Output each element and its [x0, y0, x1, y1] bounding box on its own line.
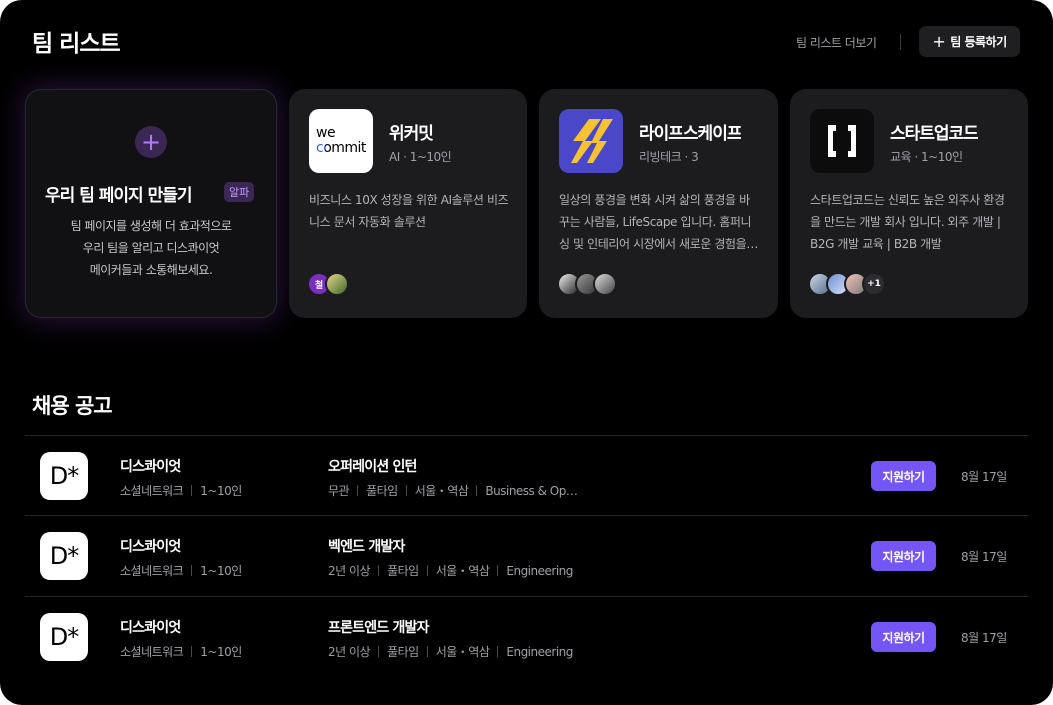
team-description: 일상의 풍경을 변화 시켜 삶의 풍경을 바꾸는 사람들, LifeScape …: [559, 193, 752, 251]
team-name: 스타트업코드: [890, 124, 978, 144]
brackets-icon: [828, 125, 856, 157]
job-title: 프론트엔드 개발자: [328, 620, 430, 636]
company-size: 1~10인: [200, 645, 242, 659]
job-tag: 서울・역삼: [435, 564, 490, 578]
company-type: 소셜네트워크: [120, 645, 184, 659]
plus-icon: +: [932, 31, 946, 51]
job-tag: 풀타임: [387, 564, 419, 578]
job-row[interactable]: D* 디스콰이엇 소셜네트워크 1~10인 프론트엔드 개발자 2년 이상 풀타임…: [25, 596, 1028, 677]
posted-date: 8월 17일: [961, 470, 1007, 484]
make-card-desc-line: 팀 페이지를 생성해 더 효과적으로: [70, 219, 232, 233]
make-team-page-card[interactable]: + 우리 팀 페이지 만들기 알파 팀 페이지를 생성해 더 효과적으로 우리 …: [25, 89, 277, 318]
job-tags: 2년 이상 풀타임 서울・역삼 Engineering: [328, 643, 573, 660]
job-tag: 서울・역삼: [435, 645, 490, 659]
team-list-title: 팀 리스트: [32, 31, 121, 57]
lifescape-logo: [559, 109, 623, 173]
job-tag: Engineering: [506, 644, 573, 659]
apply-button[interactable]: 지원하기: [871, 622, 936, 652]
job-tag: 풀타임: [387, 645, 419, 659]
team-card-startupcode[interactable]: 스타트업코드 교육 · 1~10인 스타트업코드는 신뢰도 높은 외주사 환경을…: [790, 89, 1028, 318]
job-title: 오퍼레이션 인턴: [328, 459, 417, 475]
job-tag: 2년 이상: [328, 645, 371, 659]
company-logo: D*: [40, 613, 88, 661]
wecommit-logo-text-commit: commit: [316, 140, 366, 156]
team-meta: AI · 1~10인: [389, 150, 452, 164]
company-type: 소셜네트워크: [120, 564, 184, 578]
lightning-icon: [571, 119, 613, 163]
member-avatars: [557, 272, 617, 296]
make-card-description: 팀 페이지를 생성해 더 효과적으로 우리 팀을 알리고 디스콰이엇 메이커들과…: [36, 215, 266, 281]
make-card-desc-line: 메이커들과 소통해보세요.: [89, 263, 213, 277]
posted-date: 8월 17일: [961, 550, 1007, 564]
job-tag: 풀타임: [366, 484, 398, 498]
team-name: 라이프스케이프: [639, 124, 742, 144]
job-tag: 서울・역삼: [414, 484, 469, 498]
company-meta: 소셜네트워크 1~10인: [120, 482, 242, 499]
company-size: 1~10인: [200, 484, 242, 498]
alpha-badge: 알파: [224, 182, 255, 202]
job-tag: 2년 이상: [328, 564, 371, 578]
company-name: 디스콰이엇: [120, 620, 181, 636]
wecommit-logo-text-we: we: [316, 125, 336, 141]
company-type: 소셜네트워크: [120, 484, 184, 498]
wecommit-logo: we commit: [309, 109, 373, 173]
team-description: 스타트업코드는 신뢰도 높은 외주사 환경을 만드는 개발 회사 입니다. 외주…: [810, 193, 1005, 251]
team-meta: 교육 · 1~10인: [890, 150, 963, 164]
posted-date: 8월 17일: [961, 631, 1007, 645]
team-card-wecommit[interactable]: we commit 위커밋 AI · 1~10인 비즈니스 10X 성장을 위한…: [289, 89, 527, 318]
job-row[interactable]: D* 디스콰이엇 소셜네트워크 1~10인 오퍼레이션 인턴 무관 풀타임 서울・…: [25, 435, 1028, 516]
team-meta: 리빙테크 · 3: [639, 150, 699, 164]
make-card-desc-line: 우리 팀을 알리고 디스콰이엇: [82, 241, 220, 255]
member-avatars: +1: [808, 272, 886, 296]
avatar: [593, 272, 617, 296]
member-avatars: 철: [307, 272, 349, 296]
team-list-more-link[interactable]: 팀 리스트 더보기: [796, 34, 877, 51]
company-logo: D*: [40, 452, 88, 500]
company-meta: 소셜네트워크 1~10인: [120, 562, 242, 579]
apply-button[interactable]: 지원하기: [871, 461, 936, 491]
job-tag: Engineering: [506, 563, 573, 578]
job-tags: 2년 이상 풀타임 서울・역삼 Engineering: [328, 562, 573, 579]
apply-button[interactable]: 지원하기: [871, 541, 936, 571]
startupcode-logo: [810, 109, 874, 173]
job-row[interactable]: D* 디스콰이엇 소셜네트워크 1~10인 벡엔드 개발자 2년 이상 풀타임 서…: [25, 515, 1028, 596]
job-tags: 무관 풀타임 서울・역삼 Business & Operations: [328, 482, 580, 499]
avatar-more-count: +1: [862, 272, 886, 296]
make-card-title: 우리 팀 페이지 만들기: [45, 186, 193, 206]
avatar: [325, 272, 349, 296]
company-name: 디스콰이엇: [120, 539, 181, 555]
app-frame: 팀 리스트 팀 리스트 더보기 + 팀 등록하기 + 우리 팀 페이지 만들기 …: [0, 0, 1053, 705]
team-description: 비즈니스 10X 성장을 위한 AI솔루션 비즈니스 문서 자동화 솔루션: [309, 193, 509, 229]
plus-circle-icon: +: [135, 126, 167, 158]
jobs-section-title: 채용 공고: [32, 394, 113, 418]
job-tag: Business & Operations: [485, 483, 580, 498]
company-name: 디스콰이엇: [120, 459, 181, 475]
company-meta: 소셜네트워크 1~10인: [120, 643, 242, 660]
register-team-button[interactable]: + 팀 등록하기: [919, 26, 1020, 57]
register-team-label: 팀 등록하기: [950, 35, 1007, 49]
header-divider: [900, 34, 901, 50]
company-logo: D*: [40, 532, 88, 580]
company-size: 1~10인: [200, 564, 242, 578]
job-tag: 무관: [328, 484, 350, 498]
team-name: 위커밋: [389, 124, 433, 144]
team-card-lifescape[interactable]: 라이프스케이프 리빙테크 · 3 일상의 풍경을 변화 시켜 삶의 풍경을 바꾸…: [539, 89, 778, 318]
job-title: 벡엔드 개발자: [328, 539, 405, 555]
